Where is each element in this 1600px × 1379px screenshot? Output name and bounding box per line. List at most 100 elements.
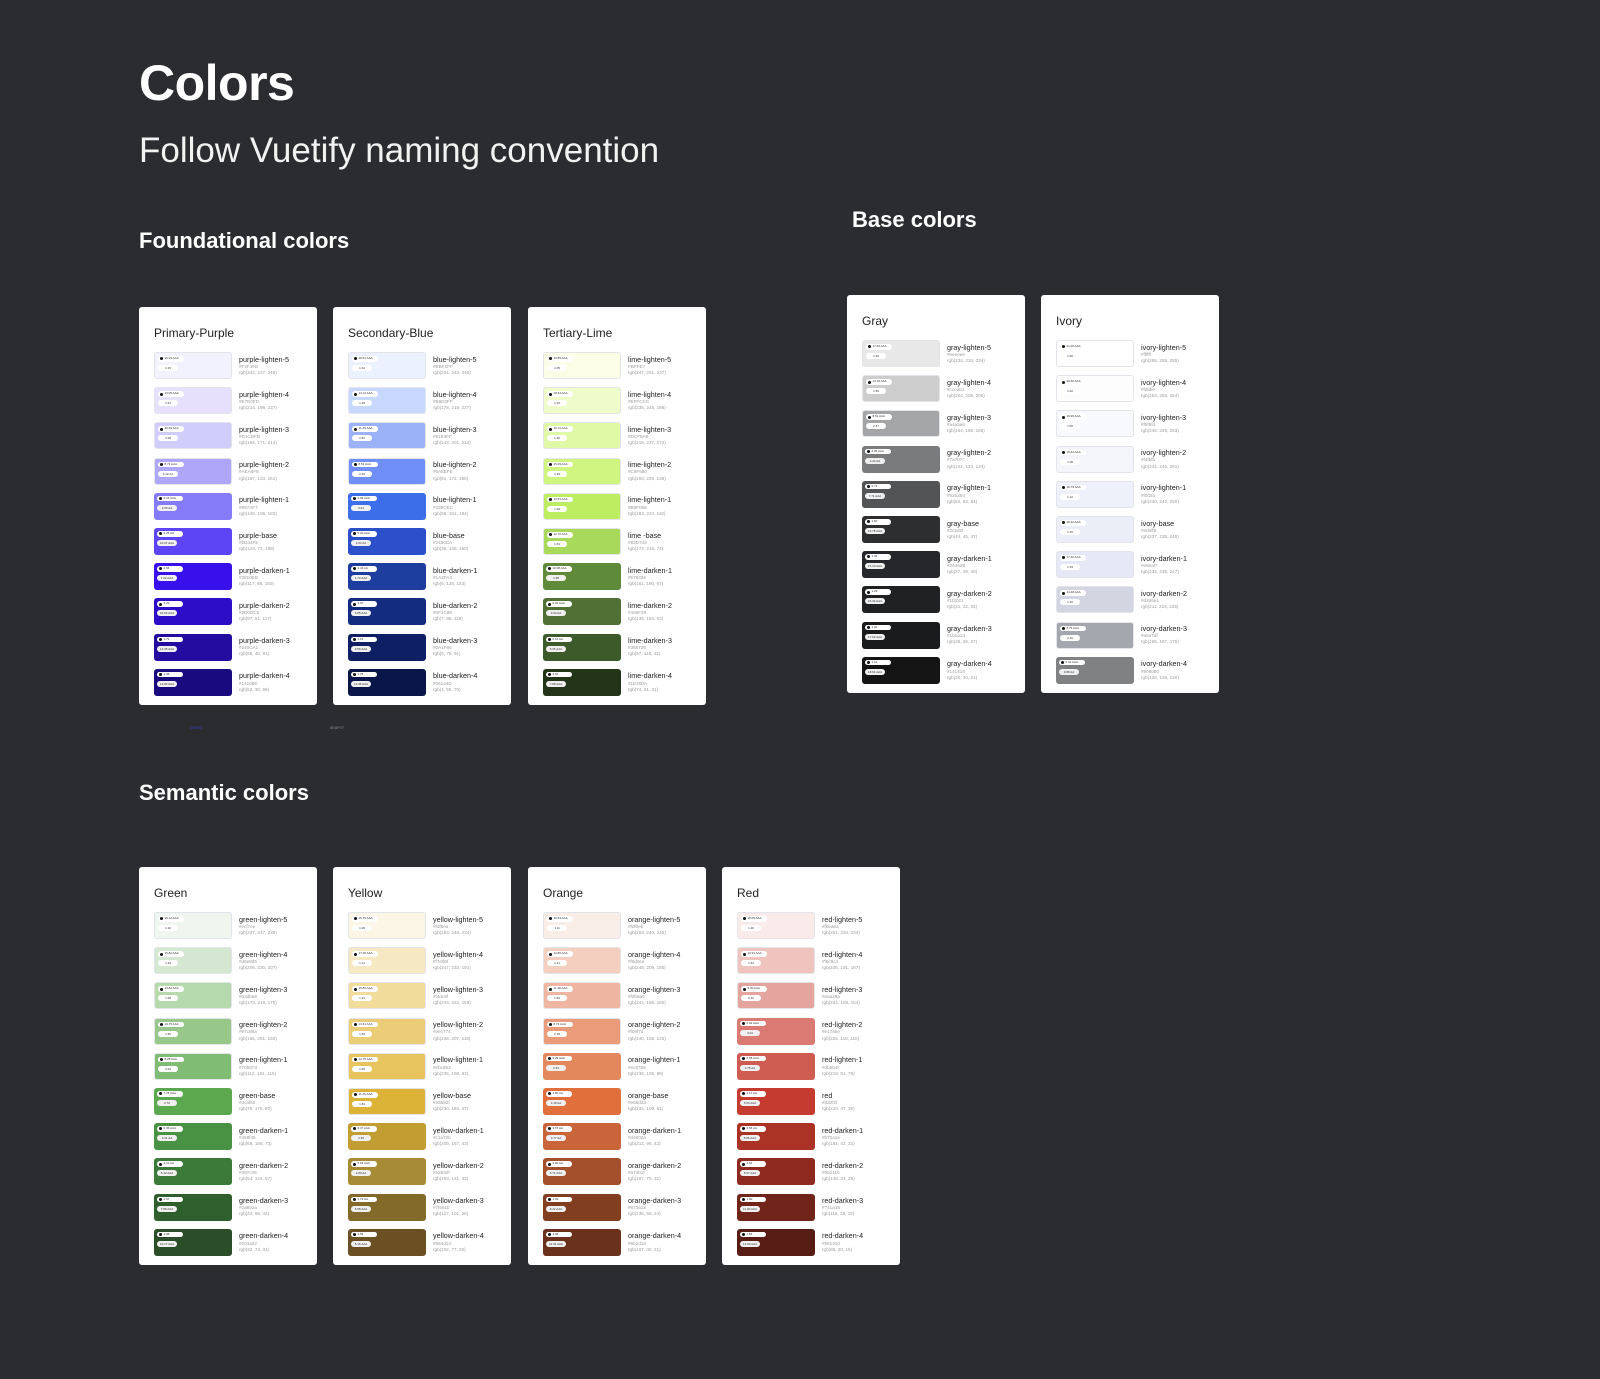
color-swatch[interactable]: 4.80 AA 3.18 AA: [543, 1088, 621, 1116]
color-swatch[interactable]: 3.56 AA 5.86 AAA: [737, 1123, 815, 1151]
color-swatch[interactable]: 1.39 15.10 AAA: [862, 551, 940, 579]
color-swatch[interactable]: 10.08 AAA 1.98: [543, 563, 621, 591]
color-swatch[interactable]: 3.25 AA 10.07 AAA: [154, 528, 232, 556]
color-swatch[interactable]: 1.66 11.04 AAA: [543, 1228, 621, 1256]
color-swatch[interactable]: 8.37 AAA 2.36: [348, 1123, 426, 1151]
color-swatch[interactable]: 8.51 AAA 2.47: [862, 410, 940, 438]
color-info: green-lighten-1 #70b873 rgb(112, 181, 115): [239, 1056, 287, 1076]
color-swatch[interactable]: 2.24 10.63 AAA: [154, 598, 232, 626]
color-swatch[interactable]: 5.55 AAA 3.78 AA: [737, 1052, 815, 1080]
color-swatch[interactable]: 16.72 AAA 1.26: [543, 422, 621, 450]
color-swatch[interactable]: 18.32 AAA 1.15: [1056, 516, 1134, 544]
color-swatch[interactable]: 13.82 AAA 1.58: [154, 982, 232, 1010]
color-row: 13.18 AAA 1.59 gray-lighten-4 #cccdcd rgb(20…: [862, 371, 1010, 406]
color-swatch[interactable]: 20.66 AAA 1.02: [1056, 375, 1134, 403]
color-swatch[interactable]: 18.79 AAA 1.12: [1056, 480, 1134, 508]
color-swatch[interactable]: 21.00 AAA 1.00: [1056, 340, 1134, 368]
color-swatch[interactable]: 4.17 AA 5.03 AAA: [737, 1088, 815, 1116]
color-swatch[interactable]: 2.15 9.59 AAA: [348, 633, 426, 661]
color-swatch[interactable]: 4.10 AA 5.12 AAA: [154, 1158, 232, 1186]
color-swatch[interactable]: 9.30 AAA 2.12: [737, 982, 815, 1010]
color-swatch[interactable]: 11.48 AAA 1.69: [543, 982, 621, 1010]
color-swatch[interactable]: 1.20 17.63 AAA: [862, 621, 940, 649]
color-swatch[interactable]: 8.75 AAA 2.40: [1056, 621, 1134, 649]
color-swatch[interactable]: 1.14 18.61 AAA: [862, 656, 940, 684]
color-swatch[interactable]: 13.61 AAA 1.53: [348, 1017, 426, 1045]
contrast-badge: 18.79 AAA: [1060, 484, 1086, 491]
color-swatch[interactable]: 1.36 14.83 AAA: [154, 668, 232, 696]
color-swatch[interactable]: 1.60 12.78 AAA: [862, 516, 940, 544]
color-swatch[interactable]: 3.07 6.85 AAA: [348, 598, 426, 626]
color-swatch[interactable]: 17.36 AAA 1.21: [348, 947, 426, 975]
color-swatch[interactable]: 19.64 AAA 1.11: [543, 912, 621, 940]
stray-note-hex: 8E8F97: [330, 725, 345, 730]
color-swatch[interactable]: 10.59 AAA 3.28: [154, 422, 232, 450]
color-swatch[interactable]: 2.73 7.71 AAA: [862, 480, 940, 508]
color-swatch[interactable]: 1.73 12.35 AAA: [154, 633, 232, 661]
color-swatch[interactable]: 10.75 AAA 1.95: [154, 1017, 232, 1045]
color-swatch[interactable]: 5.41 AAA 3.88 AA: [1056, 656, 1134, 684]
color-swatch[interactable]: 18.51 AAA 1:12: [348, 352, 426, 380]
color-swatch[interactable]: 8.73 AAA 3.12 AA: [154, 457, 232, 485]
color-swatch[interactable]: 2.51 8.37 AAA: [737, 1158, 815, 1186]
color-swatch[interactable]: 6.29 AAA 2.53: [543, 1052, 621, 1080]
color-swatch[interactable]: 7.78 AAA 2.70: [154, 1088, 232, 1116]
contrast-badge: 2.61: [546, 671, 572, 678]
contrast-dot-icon: [548, 602, 551, 606]
color-swatch[interactable]: 15.82 AAA 1.34: [154, 947, 232, 975]
color-rgb: rgb(35, 138, 160): [433, 545, 469, 551]
color-swatch[interactable]: 3.00 AA 5.71 AAA: [543, 1158, 621, 1186]
color-swatch[interactable]: 8.28 AAA 2.54: [154, 1052, 232, 1080]
color-swatch[interactable]: 8.73 AAA 2.18: [543, 1017, 621, 1045]
color-swatch[interactable]: 13.05 AAA 1:61: [154, 387, 232, 415]
color-swatch[interactable]: 15.09 AAA 1.39: [543, 457, 621, 485]
color-swatch[interactable]: 6.35 AAA 3.31 AA: [154, 1123, 232, 1151]
color-swatch[interactable]: 19.96 AAA 1.05: [1056, 410, 1134, 438]
color-swatch[interactable]: 12.75 AAA 1.65: [348, 1052, 426, 1080]
color-swatch[interactable]: 2.67 7.88 AAA: [154, 1193, 232, 1221]
color-swatch[interactable]: 13.18 AAA 1.59: [862, 375, 940, 403]
color-swatch[interactable]: 1.75 12.36 AAA: [348, 668, 426, 696]
color-swatch[interactable]: 1.29 16.32 AAA: [862, 586, 940, 614]
color-swatch[interactable]: 12.70 AAA 1.64: [543, 528, 621, 556]
color-swatch[interactable]: 11.49 AAA 1.83: [348, 422, 426, 450]
color-swatch[interactable]: 3.79 AA 5.58 AAA: [348, 1193, 426, 1221]
color-swatch[interactable]: 19.42 AAA 1.08: [1056, 445, 1134, 473]
color-swatch[interactable]: 18.64 AAA 1:16: [543, 387, 621, 415]
color-swatch[interactable]: 19.79 AAA 1.06: [348, 912, 426, 940]
color-swatch[interactable]: 6.16 AA 5.05 AAA: [543, 633, 621, 661]
color-swatch[interactable]: 18.05 AAA 1.16: [737, 912, 815, 940]
contrast-dot-icon: [743, 987, 746, 991]
color-swatch[interactable]: 17.66 AAA 1.20: [862, 340, 940, 368]
color-swatch[interactable]: 19.85 AAA 1.05: [543, 352, 621, 380]
color-swatch[interactable]: 6.92 AAA 3.04: [737, 1017, 815, 1045]
color-swatch[interactable]: 14.48 AAA 1.45: [1056, 586, 1134, 614]
color-swatch[interactable]: 14.80 AAA 1.41: [543, 947, 621, 975]
color-swatch[interactable]: 4.95 AAA 4.24 AA: [862, 445, 940, 473]
color-swatch[interactable]: 14.51 AAA 1.48: [543, 492, 621, 520]
color-swatch[interactable]: 4.44 AA 4.73 AAA: [348, 563, 426, 591]
color-name: gray-darken-4: [947, 659, 992, 669]
contrast-ratio-badge: 5.05 AAA: [546, 645, 566, 652]
color-swatch[interactable]: 1.93 8.22 AAA: [543, 1193, 621, 1221]
color-swatch[interactable]: 14.14 AAA 1.49: [348, 387, 426, 415]
color-swatch[interactable]: 8.52 AAA 2.46: [348, 457, 426, 485]
color-swatch[interactable]: 15.80 AAA 1.33: [348, 982, 426, 1010]
color-swatch[interactable]: 11.26 AAA 1.84: [348, 1088, 426, 1116]
color-swatch[interactable]: 5.93 AAA 2.80 AA: [348, 1158, 426, 1186]
color-swatch[interactable]: 1.90 11.00 AAA: [737, 1193, 815, 1221]
color-swatch[interactable]: 3.57 AA 3.77 AA: [543, 1123, 621, 1151]
color-swatch[interactable]: 17.60 AAA 1.19: [1056, 551, 1134, 579]
color-swatch[interactable]: 2.59 8.16 AAA: [348, 1228, 426, 1256]
color-swatch[interactable]: 6.96 AAA 3.01: [348, 492, 426, 520]
color-swatch[interactable]: 2.08 10.17 AAA: [154, 1228, 232, 1256]
color-swatch[interactable]: 13.91 AAA 1.63: [737, 947, 815, 975]
color-swatch[interactable]: 6.93 AAA 3.03 AA: [543, 598, 621, 626]
color-swatch[interactable]: 6.15 AAA 4.05 AA: [154, 492, 232, 520]
color-swatch[interactable]: 1.53 13.69 AAA: [737, 1228, 815, 1256]
color-swatch[interactable]: 2.61 7.88 AAA: [543, 668, 621, 696]
color-swatch[interactable]: 2.66 7.22 AAA: [154, 563, 232, 591]
color-swatch[interactable]: 16.23 AAA 1:15: [154, 352, 232, 380]
color-swatch[interactable]: 5.20 AAA 4.04 AA: [348, 528, 426, 556]
color-swatch[interactable]: 19.12 AAA 1.10: [154, 912, 232, 940]
